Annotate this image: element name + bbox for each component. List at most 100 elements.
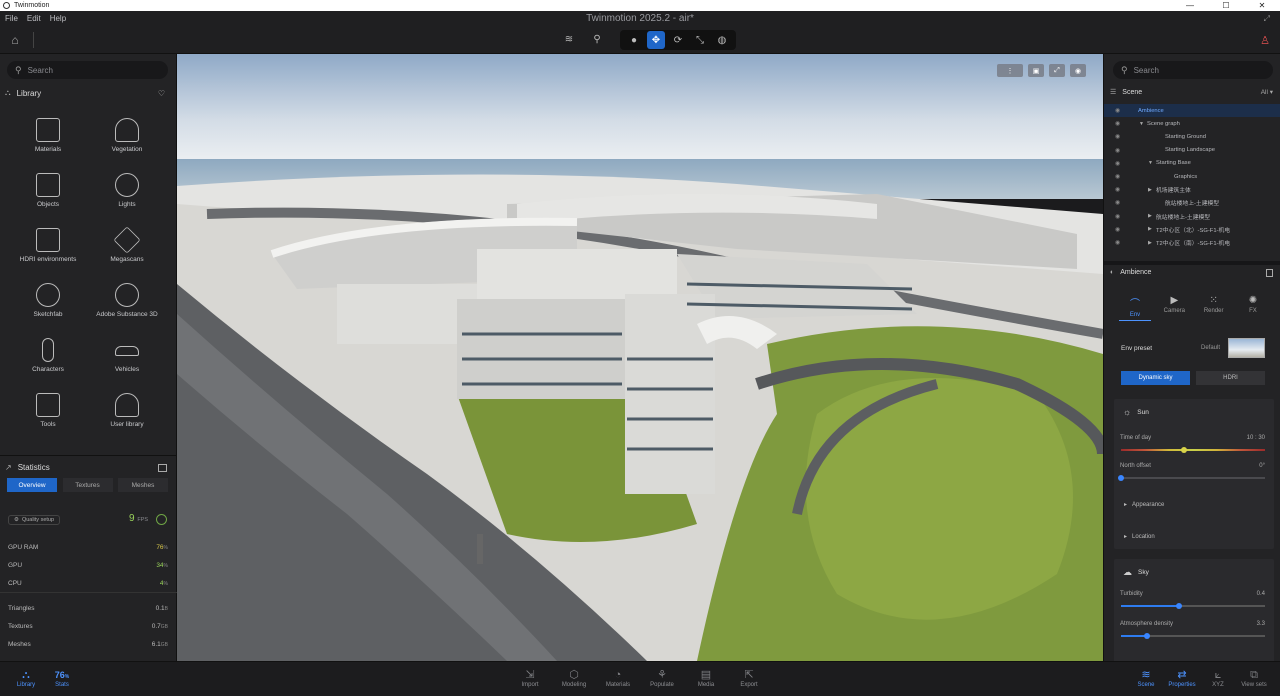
slider-knob[interactable] [1181, 447, 1188, 453]
location-expander[interactable]: ▸ Location [1124, 533, 1155, 540]
dock-icon[interactable] [158, 463, 167, 472]
screenshot-icon[interactable]: ▣ [1028, 64, 1044, 77]
modeling-button[interactable]: ⬡ Modeling [554, 669, 594, 688]
quality-setup-button[interactable]: ⚙ Quality setup [8, 515, 61, 525]
scene-tree-row[interactable]: ◉ Ambience [1104, 104, 1280, 117]
expand-arrow-icon[interactable]: ▶ [1148, 187, 1152, 193]
import-button[interactable]: ⇲ Import [510, 669, 550, 688]
select-icon[interactable]: ● [625, 31, 643, 49]
bottom-stats-button[interactable]: 76% Stats [49, 670, 75, 688]
slider-knob[interactable] [1143, 633, 1150, 639]
eye-icon[interactable]: ◉ [1115, 147, 1120, 154]
library-item-characters[interactable]: Characters [8, 338, 88, 373]
sun-header[interactable]: ☼ Sun [1123, 407, 1149, 417]
library-item-hdri[interactable]: HDRI environments [8, 228, 88, 263]
tab-overview[interactable]: Overview [7, 478, 57, 492]
home-icon[interactable]: ⌂ [8, 33, 22, 47]
time-of-day-slider[interactable] [1121, 447, 1265, 453]
expand-arrow-icon[interactable]: ▶ [1148, 240, 1152, 246]
library-item-lights[interactable]: Lights [87, 173, 167, 208]
north-offset-slider[interactable] [1118, 475, 1265, 481]
hdri-button[interactable]: HDRI [1196, 371, 1265, 385]
library-item-tools[interactable]: Tools [8, 393, 88, 428]
viewport-menu-button[interactable]: ⋮ [997, 64, 1023, 77]
atmosphere-slider[interactable] [1121, 633, 1265, 639]
slider-knob[interactable] [1175, 603, 1182, 609]
picker-icon[interactable]: ⚲ [588, 30, 606, 48]
layers-icon[interactable]: ≋ [560, 30, 578, 48]
library-item-materials[interactable]: Materials [8, 118, 88, 153]
world-icon[interactable]: ◍ [713, 31, 731, 49]
library-item-sketchfab[interactable]: Sketchfab [8, 283, 88, 318]
eye-icon[interactable]: ◉ [1115, 120, 1120, 127]
tab-textures[interactable]: Textures [62, 478, 113, 492]
expand-arrow-icon[interactable]: ▼ [1148, 160, 1153, 166]
tab-render[interactable]: ⁙ Render [1198, 295, 1230, 321]
minimize-icon[interactable]: — [1172, 0, 1208, 11]
dynamic-sky-button[interactable]: Dynamic sky [1121, 371, 1190, 385]
scene-tree-row[interactable]: ◉ ▶ 航站楼地上-土建模型 [1104, 210, 1280, 223]
tab-camera[interactable]: ▶ Camera [1158, 295, 1190, 321]
expand-arrow-icon[interactable]: ▼ [1139, 121, 1144, 127]
library-search[interactable]: ⚲ Search [7, 61, 168, 79]
eye-icon[interactable]: ◉ [1115, 213, 1120, 220]
scene-tree-row[interactable]: ◉ ▼ Starting Base [1104, 157, 1280, 170]
view-sets-button[interactable]: ⧉ View sets [1234, 669, 1274, 688]
scene-tree-row[interactable]: ◉ Graphics [1104, 170, 1280, 183]
scene-tree-row[interactable]: ◉ ▶ T2中心区（北）-SG-F1-机电 [1104, 223, 1280, 236]
properties-button[interactable]: ⇄ Properties [1162, 669, 1202, 688]
move-icon[interactable]: ✥ [647, 31, 665, 49]
materials-button[interactable]: ◔ Materials [598, 669, 638, 688]
scene-search[interactable]: ⚲ Search [1113, 61, 1273, 79]
library-item-user-library[interactable]: User library [87, 393, 167, 428]
visibility-icon[interactable]: ◉ [1070, 64, 1086, 77]
scene-tree-row[interactable]: ◉ Starting Landscape [1104, 144, 1280, 157]
expand-arrow-icon[interactable]: ▶ [1148, 213, 1152, 219]
maximize-icon[interactable]: ☐ [1208, 0, 1244, 11]
export-button[interactable]: ⇱ Export [729, 669, 769, 688]
eye-icon[interactable]: ◉ [1115, 239, 1120, 246]
library-item-vehicles[interactable]: Vehicles [87, 338, 167, 373]
eye-icon[interactable]: ◉ [1115, 107, 1120, 114]
eye-icon[interactable]: ◉ [1115, 186, 1120, 193]
bottom-library-button[interactable]: ⛬ Library [6, 669, 46, 688]
menu-file[interactable]: File [5, 14, 18, 23]
menu-help[interactable]: Help [50, 14, 66, 23]
eye-icon[interactable]: ◉ [1115, 173, 1120, 180]
expand-arrow-icon[interactable]: ▶ [1148, 226, 1152, 232]
eye-icon[interactable]: ◉ [1115, 199, 1120, 206]
menu-edit[interactable]: Edit [27, 14, 41, 23]
scene-tree-row[interactable]: ◉ ▶ T2中心区（南）-SG-F1-机电 [1104, 236, 1280, 249]
library-item-megascans[interactable]: Megascans [87, 226, 167, 263]
user-icon[interactable]: ♙ [1260, 34, 1270, 47]
sky-header[interactable]: ☁ Sky [1123, 567, 1149, 578]
scene-tree-row[interactable]: ◉ 航站楼地上-土建模型 [1104, 196, 1280, 209]
populate-button[interactable]: ⚘ Populate [642, 669, 682, 688]
scale-icon[interactable]: ⤡ [691, 31, 709, 49]
3d-viewport[interactable]: ⋮ ▣ ⤢ ◉ [177, 54, 1103, 661]
slider-knob[interactable] [1118, 475, 1124, 481]
eye-icon[interactable]: ◉ [1115, 133, 1120, 140]
scene-button[interactable]: ≋ Scene [1126, 669, 1166, 688]
eye-icon[interactable]: ◉ [1115, 160, 1120, 167]
tab-meshes[interactable]: Meshes [118, 478, 168, 492]
scene-filter-dropdown[interactable]: All ▾ [1261, 88, 1273, 96]
scene-tree-row[interactable]: ◉ ▼ Scene graph [1104, 117, 1280, 130]
dock-icon[interactable] [1266, 268, 1273, 277]
library-item-objects[interactable]: Objects [8, 173, 88, 208]
library-item-vegetation[interactable]: Vegetation [87, 118, 167, 153]
scene-tree-row[interactable]: ◉ Starting Ground [1104, 130, 1280, 143]
scene-tree-row[interactable]: ◉ ▶ 机场建筑主体 [1104, 183, 1280, 196]
media-button[interactable]: ▤ Media [686, 669, 726, 688]
fullscreen-icon[interactable]: ⤢ [1264, 14, 1270, 24]
eye-icon[interactable]: ◉ [1115, 226, 1120, 233]
turbidity-slider[interactable] [1121, 603, 1265, 609]
appearance-expander[interactable]: ▸ Appearance [1124, 501, 1164, 508]
rotate-icon[interactable]: ⟳ [669, 31, 687, 49]
close-icon[interactable]: ✕ [1244, 0, 1280, 11]
xyz-button[interactable]: ⟀ XYZ [1198, 669, 1238, 688]
env-preset-thumbnail[interactable] [1228, 338, 1265, 358]
library-item-substance[interactable]: Adobe Substance 3D [87, 283, 167, 318]
tab-fx[interactable]: ✺ FX [1237, 295, 1269, 321]
tab-env[interactable]: ⌒ Env [1119, 295, 1151, 321]
